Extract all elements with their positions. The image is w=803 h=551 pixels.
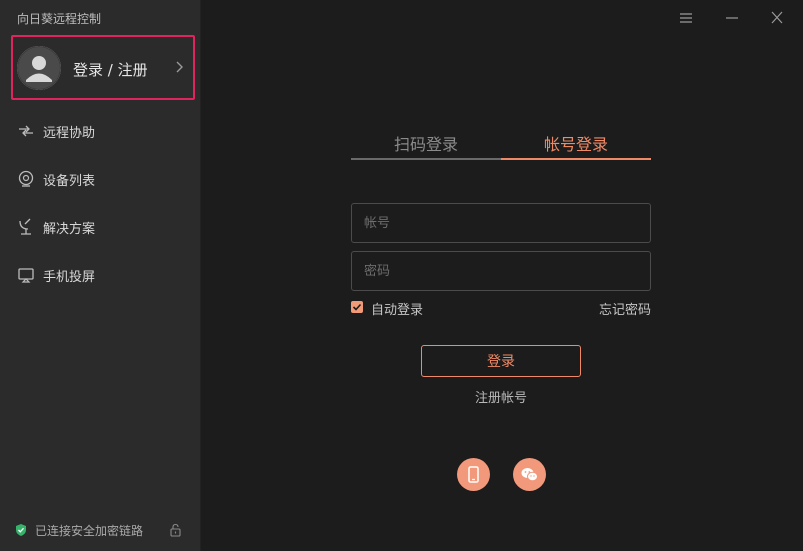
phone-icon — [468, 466, 479, 483]
sidebar-nav: 远程协助 设备列表 解决方案 手机投屏 — [0, 110, 200, 302]
login-register-label: 登录 / 注册 — [73, 61, 148, 79]
menu-icon[interactable] — [675, 8, 697, 28]
close-icon[interactable] — [766, 8, 788, 28]
phone-login-button[interactable] — [457, 458, 490, 491]
login-button[interactable]: 登录 — [421, 345, 581, 377]
sidebar-item-label: 解决方案 — [43, 222, 96, 237]
sidebar-item-label: 设备列表 — [43, 174, 96, 189]
connection-status-text: 已连接安全加密链路 — [35, 524, 144, 538]
shield-check-icon — [16, 524, 26, 536]
register-account-link[interactable]: 注册帐号 — [351, 387, 651, 406]
sidebar-item-remote-assist[interactable]: 远程协助 — [0, 110, 200, 158]
app-title: 向日葵远程控制 — [17, 12, 102, 26]
avatar-icon — [17, 46, 61, 90]
screen-cast-icon — [18, 268, 34, 283]
sidebar-item-device-list[interactable]: 设备列表 — [0, 158, 200, 206]
sidebar-item-label: 手机投屏 — [43, 270, 96, 285]
sidebar-item-screen-cast[interactable]: 手机投屏 — [0, 254, 200, 302]
solution-icon — [19, 218, 31, 235]
tab-qr-login[interactable]: 扫码登录 — [351, 131, 501, 160]
login-tabs: 扫码登录 帐号登录 — [351, 131, 651, 160]
account-input[interactable] — [351, 203, 651, 243]
login-register-card[interactable]: 登录 / 注册 — [11, 35, 195, 100]
remote-assist-icon — [19, 125, 33, 137]
tab-account-login[interactable]: 帐号登录 — [501, 131, 651, 160]
minimize-icon[interactable] — [721, 8, 743, 28]
forgot-password-link[interactable]: 忘记密码 — [599, 299, 651, 318]
password-input[interactable] — [351, 251, 651, 291]
sidebar-item-label: 远程协助 — [43, 126, 96, 141]
connection-status: 已连接安全加密链路 — [14, 521, 189, 541]
wechat-login-button[interactable] — [513, 458, 546, 491]
sidebar: 向日葵远程控制 登录 / 注册 远程协助 设备列表 解决方案 手机投屏 已连接安… — [0, 0, 201, 551]
auto-login-label: 自动登录 — [371, 303, 424, 318]
lock-icon[interactable] — [169, 523, 182, 537]
wechat-icon — [521, 468, 538, 482]
chevron-right-icon — [176, 61, 183, 73]
sidebar-item-solution[interactable]: 解决方案 — [0, 206, 200, 254]
device-list-icon — [18, 170, 34, 187]
auto-login-checkbox[interactable] — [351, 301, 363, 313]
